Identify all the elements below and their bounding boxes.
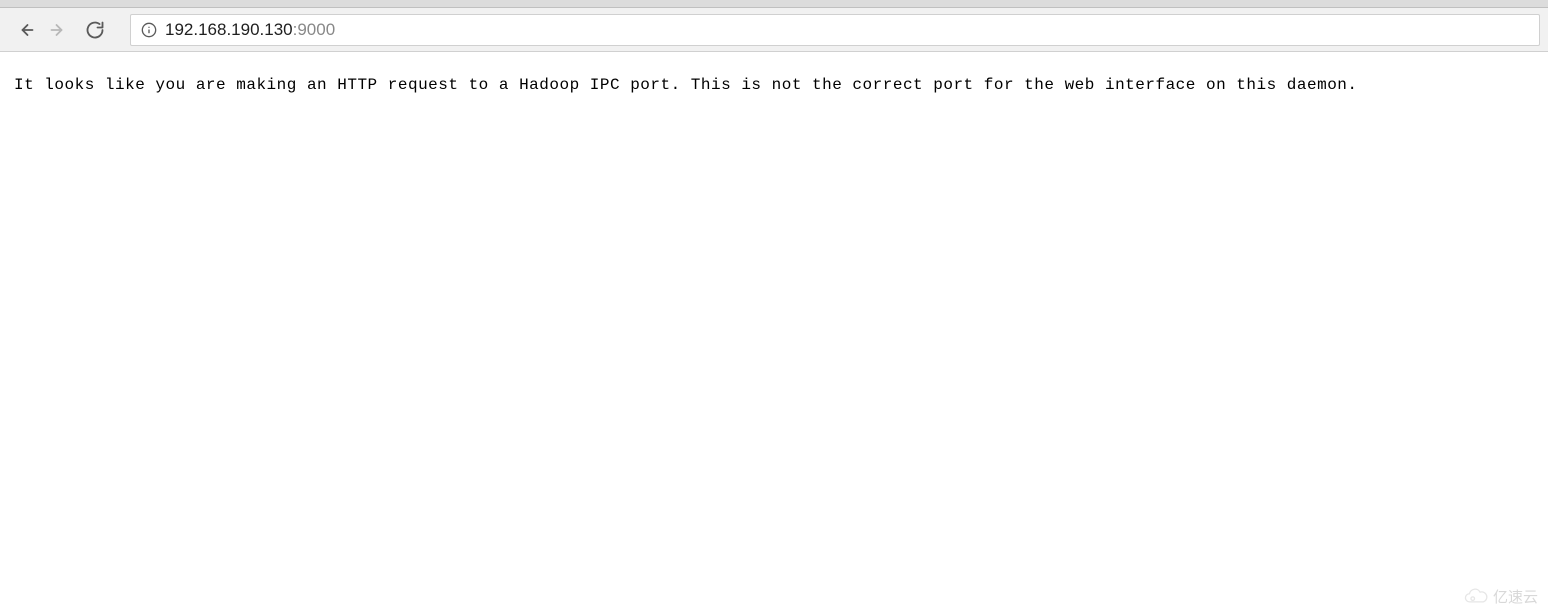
info-icon bbox=[141, 22, 157, 38]
watermark-text: 亿速云 bbox=[1493, 586, 1538, 607]
error-message: It looks like you are making an HTTP req… bbox=[14, 76, 1534, 94]
tab-bar bbox=[0, 0, 1548, 8]
address-bar[interactable]: 192.168.190.130:9000 bbox=[130, 14, 1540, 46]
nav-buttons bbox=[8, 19, 112, 41]
url-text: 192.168.190.130:9000 bbox=[165, 20, 335, 40]
site-info-icon[interactable] bbox=[141, 22, 157, 38]
watermark: 亿速云 bbox=[1463, 586, 1538, 607]
browser-toolbar: 192.168.190.130:9000 bbox=[0, 8, 1548, 52]
page-content: It looks like you are making an HTTP req… bbox=[0, 52, 1548, 118]
reload-button[interactable] bbox=[84, 19, 106, 41]
arrow-right-icon bbox=[49, 20, 69, 40]
arrow-left-icon bbox=[15, 20, 35, 40]
forward-button[interactable] bbox=[48, 19, 70, 41]
back-button[interactable] bbox=[14, 19, 36, 41]
reload-icon bbox=[85, 20, 105, 40]
cloud-icon bbox=[1463, 588, 1489, 606]
url-port: :9000 bbox=[293, 20, 336, 40]
url-host: 192.168.190.130 bbox=[165, 20, 293, 40]
